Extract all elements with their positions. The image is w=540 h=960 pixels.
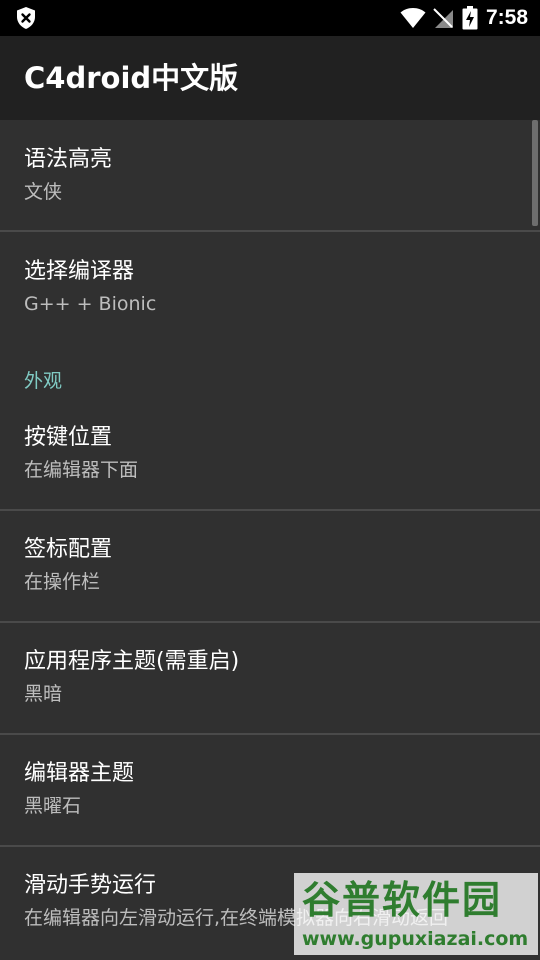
pref-summary: 黑暗 [24, 683, 63, 705]
status-bar: 7:58 [0, 0, 540, 36]
app-bar: C4droid中文版 [0, 36, 540, 120]
no-sim-icon [432, 7, 454, 29]
pref-title: 签标配置 [24, 537, 113, 562]
status-icons: 7:58 [400, 0, 528, 36]
wifi-icon [400, 7, 426, 29]
settings-screen: 7:58 C4droid中文版 语法高亮 文侠 选择编译器 G++ + Bion… [0, 0, 540, 960]
pref-summary: 文侠 [24, 181, 63, 203]
pref-app-theme[interactable]: 应用程序主题(需重启) 黑暗 [0, 623, 540, 733]
pref-title: 按键位置 [24, 425, 113, 450]
battery-charging-icon [462, 6, 478, 30]
shield-x-icon [14, 6, 38, 30]
pref-editor-theme[interactable]: 编辑器主题 黑曜石 [0, 735, 540, 845]
watermark-name: 谷普软件园 [302, 878, 503, 922]
pref-title: 滑动手势运行 [24, 873, 157, 898]
pref-title: 选择编译器 [24, 259, 135, 284]
pref-title: 语法高亮 [24, 147, 113, 172]
pref-key-position[interactable]: 按键位置 在编辑器下面 [0, 400, 540, 508]
page-title: C4droid中文版 [24, 61, 239, 95]
watermark: 谷普软件园 www.gupuxiazai.com [294, 873, 538, 955]
pref-title: 应用程序主题(需重启) [24, 649, 240, 674]
preferences-list: 语法高亮 文侠 选择编译器 G++ + Bionic 外观 按键位置 在编辑器下… [0, 120, 540, 960]
pref-summary: 在编辑器下面 [24, 459, 139, 481]
clock: 7:58 [485, 6, 528, 29]
pref-title: 编辑器主题 [24, 761, 135, 786]
category-appearance: 外观 [24, 370, 63, 392]
pref-tab-config[interactable]: 签标配置 在操作栏 [0, 511, 540, 621]
pref-syntax-highlight[interactable]: 语法高亮 文侠 [0, 120, 540, 230]
scrollbar[interactable] [532, 120, 538, 226]
watermark-url: www.gupuxiazai.com [302, 928, 529, 950]
pref-compiler[interactable]: 选择编译器 G++ + Bionic [0, 232, 540, 342]
pref-summary: 在操作栏 [24, 571, 101, 593]
pref-summary: 黑曜石 [24, 795, 82, 817]
pref-summary: G++ + Bionic [24, 293, 157, 315]
